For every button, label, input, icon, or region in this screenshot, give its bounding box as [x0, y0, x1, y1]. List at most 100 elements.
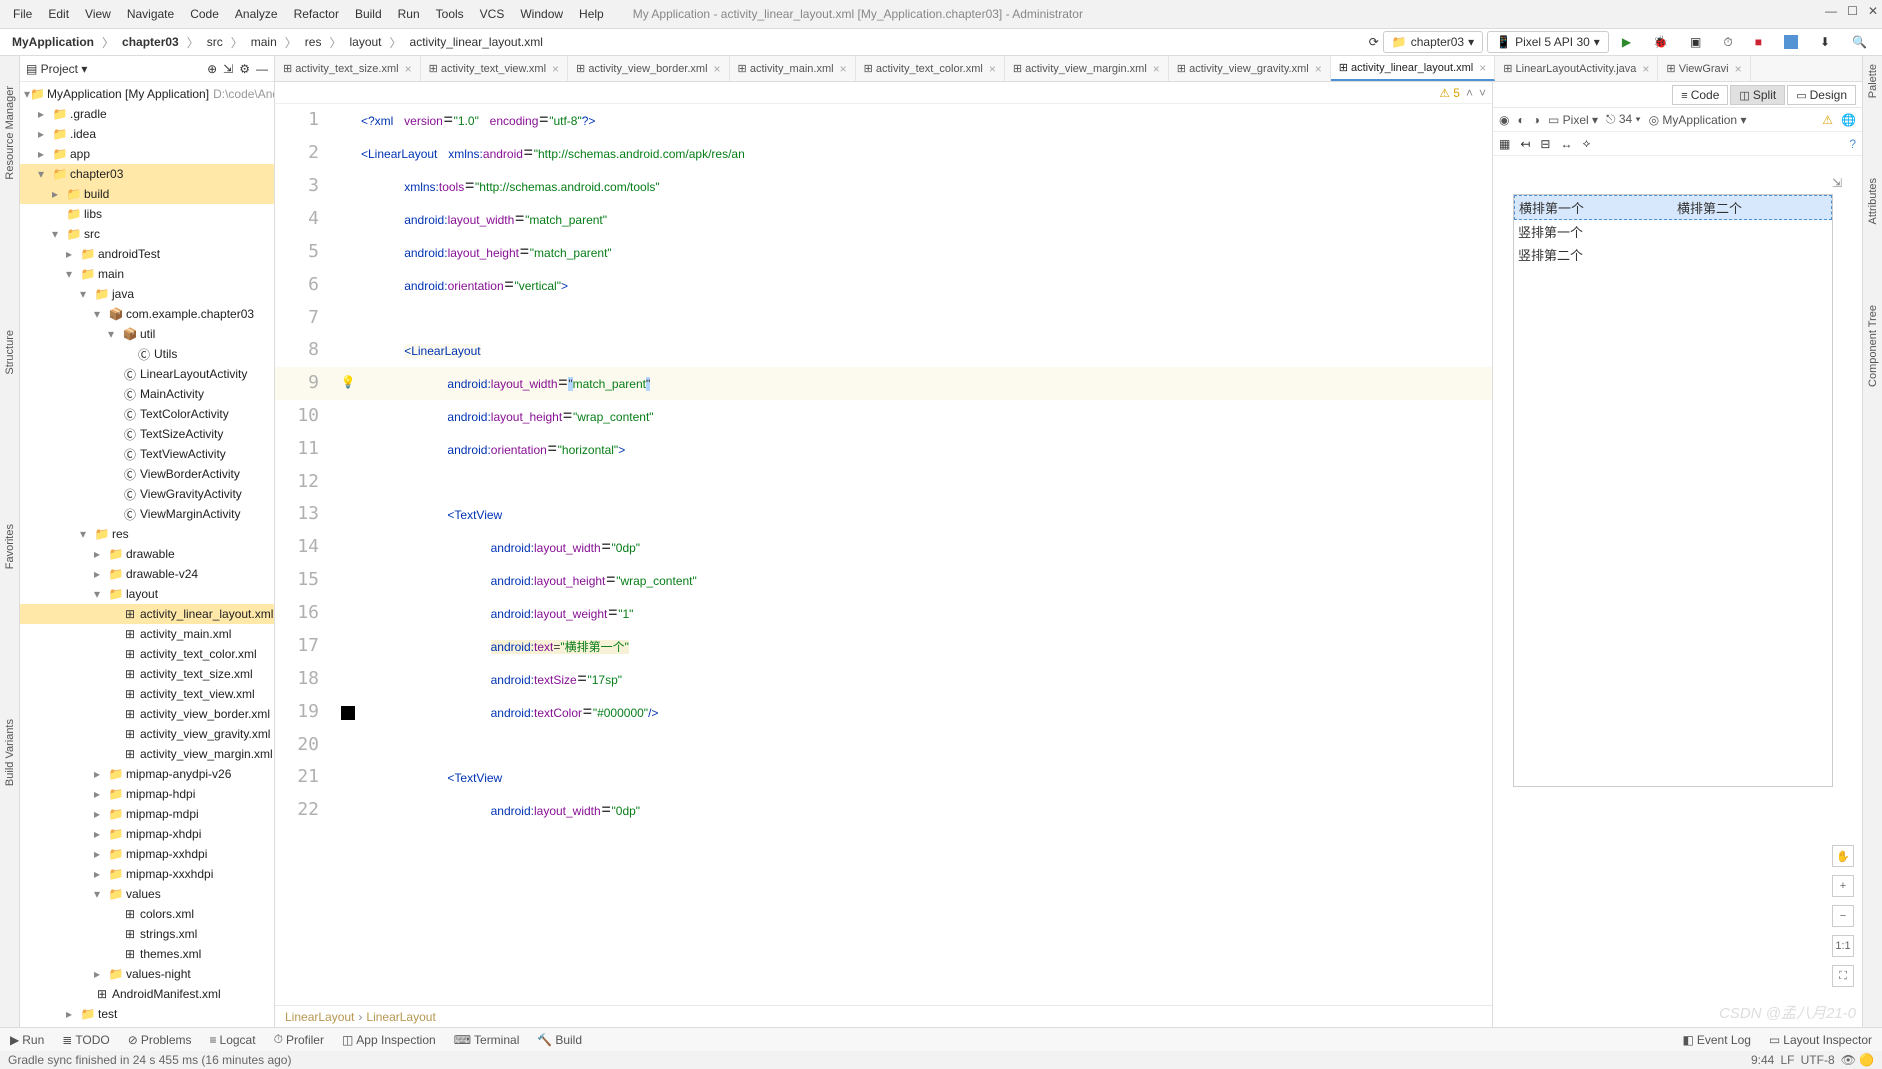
- close-tab-icon[interactable]: ×: [714, 62, 721, 76]
- project-tree[interactable]: ▾📁MyApplication [My Application]D:\code\…: [20, 82, 274, 1027]
- warnings-badge[interactable]: ⚠ 5: [1439, 86, 1460, 100]
- tree-row[interactable]: ⒸViewGravityActivity: [20, 484, 274, 504]
- menu-edit[interactable]: Edit: [41, 4, 76, 24]
- theme-select[interactable]: ◎ MyApplication ▾: [1649, 113, 1747, 127]
- menu-view[interactable]: View: [78, 4, 118, 24]
- tree-row[interactable]: ⒸViewMarginActivity: [20, 504, 274, 524]
- menu-analyze[interactable]: Analyze: [228, 4, 285, 24]
- design-warn-icon[interactable]: ⚠: [1822, 113, 1833, 127]
- tree-row[interactable]: ⒸTextColorActivity: [20, 404, 274, 424]
- tree-row[interactable]: ⒸUtils: [20, 344, 274, 364]
- stop-button[interactable]: ■: [1746, 31, 1771, 53]
- tree-row[interactable]: ⊞strings.xml: [20, 924, 274, 944]
- bottom-profiler[interactable]: ⏱ Profiler: [270, 1030, 328, 1049]
- close-tab-icon[interactable]: ×: [1479, 61, 1486, 75]
- code-editor[interactable]: 1<?xml version="1.0" encoding="utf-8"?>2…: [275, 104, 1492, 1005]
- tree-row[interactable]: ⊞activity_text_view.xml: [20, 684, 274, 704]
- close-icon[interactable]: ✕: [1868, 4, 1878, 18]
- pan-icon[interactable]: ✋: [1832, 845, 1854, 867]
- mode-split-button[interactable]: ◫ Split: [1730, 85, 1785, 105]
- gear-icon[interactable]: ⚙: [239, 62, 250, 76]
- coverage-button[interactable]: ▣: [1681, 31, 1710, 53]
- tree-row[interactable]: ▸📁mipmap-xxhdpi: [20, 844, 274, 864]
- tree-row[interactable]: ▾📁chapter03: [20, 164, 274, 184]
- help-icon[interactable]: ?: [1849, 137, 1856, 151]
- crumb-file[interactable]: activity_linear_layout.xml: [404, 33, 549, 51]
- tree-row[interactable]: ▸📁app: [20, 144, 274, 164]
- editor-tab[interactable]: ⊞ activity_main.xml ×: [730, 56, 856, 81]
- crumb-main[interactable]: main: [245, 33, 283, 51]
- tree-row[interactable]: ⊞activity_view_margin.xml: [20, 744, 274, 764]
- tree-row[interactable]: ▸📁values-night: [20, 964, 274, 984]
- bottom-terminal[interactable]: ⌨ Terminal: [450, 1031, 524, 1049]
- close-tab-icon[interactable]: ×: [1315, 62, 1322, 76]
- dock-palette[interactable]: Palette: [1867, 64, 1879, 98]
- orientation-icon[interactable]: ◐: [1517, 113, 1524, 127]
- tree-row[interactable]: ▾📁layout: [20, 584, 274, 604]
- tree-row[interactable]: ⊞activity_linear_layout.xml: [20, 604, 274, 624]
- dock-build-variants[interactable]: Build Variants: [4, 719, 16, 786]
- crumb-module[interactable]: chapter03: [116, 33, 185, 51]
- tree-row[interactable]: ⊞activity_text_size.xml: [20, 664, 274, 684]
- tree-row[interactable]: ▸📁.gradle: [20, 104, 274, 124]
- tree-row[interactable]: ▸📁build: [20, 184, 274, 204]
- tree-row[interactable]: ⒸTextViewActivity: [20, 444, 274, 464]
- editor-tab[interactable]: ⊞ ViewGravi ×: [1658, 56, 1750, 81]
- tree-row[interactable]: ⊞activity_view_gravity.xml: [20, 724, 274, 744]
- zoom-fit-button[interactable]: ⛶: [1832, 965, 1854, 987]
- sync-icon[interactable]: ⟳: [1369, 35, 1379, 49]
- tree-row[interactable]: ▸📁mipmap-anydpi-v26: [20, 764, 274, 784]
- tree-row[interactable]: ▸📁mipmap-mdpi: [20, 804, 274, 824]
- design-surface-icon[interactable]: ◉: [1499, 113, 1509, 127]
- tree-row[interactable]: ⊞AndroidManifest.xml: [20, 984, 274, 1004]
- device-select[interactable]: 📱 Pixel 5 API 30 ▾: [1487, 31, 1609, 53]
- locale-icon[interactable]: 🌐: [1841, 113, 1856, 127]
- blueprint-icon[interactable]: ▦: [1499, 137, 1510, 151]
- status-lf[interactable]: LF: [1780, 1053, 1794, 1067]
- editor-tab[interactable]: ⊞ activity_text_color.xml ×: [856, 56, 1005, 81]
- status-mem-icon[interactable]: 🟡: [1859, 1053, 1874, 1067]
- bottom-build[interactable]: 🔨 Build: [533, 1031, 586, 1049]
- crumb-project[interactable]: MyApplication: [6, 33, 100, 51]
- dock-component-tree[interactable]: Component Tree: [1867, 305, 1879, 387]
- editor-tab[interactable]: ⊞ activity_text_size.xml ×: [275, 56, 421, 81]
- status-encoding[interactable]: UTF-8: [1801, 1053, 1835, 1067]
- tree-row[interactable]: ⒸTextSizeActivity: [20, 424, 274, 444]
- tree-row[interactable]: ▾📁main: [20, 264, 274, 284]
- close-tab-icon[interactable]: ×: [1642, 62, 1649, 76]
- menu-code[interactable]: Code: [183, 4, 226, 24]
- menu-build[interactable]: Build: [348, 4, 389, 24]
- bottom-problems[interactable]: ⊘ Problems: [124, 1031, 196, 1049]
- editor-tab[interactable]: ⊞ activity_text_view.xml ×: [421, 56, 568, 81]
- menu-navigate[interactable]: Navigate: [120, 4, 181, 24]
- bottom-logcat[interactable]: ≡ Logcat: [206, 1031, 260, 1049]
- crumb-layout[interactable]: layout: [343, 33, 387, 51]
- zoom-in-button[interactable]: +: [1832, 875, 1854, 897]
- project-scope[interactable]: ▤ Project ▾: [26, 62, 87, 76]
- editor-tab[interactable]: ⊞ activity_view_gravity.xml ×: [1169, 56, 1331, 81]
- avd-button[interactable]: [1775, 31, 1807, 53]
- tree-row[interactable]: ▾📁res: [20, 524, 274, 544]
- tree-row[interactable]: ⊞colors.xml: [20, 904, 274, 924]
- collapse-icon[interactable]: ⇲: [223, 62, 233, 76]
- editor-tab[interactable]: ⊞ activity_view_margin.xml ×: [1005, 56, 1169, 81]
- dock-resource-manager[interactable]: Resource Manager: [4, 86, 16, 180]
- dock-attributes[interactable]: Attributes: [1867, 178, 1879, 224]
- tree-row[interactable]: ⒸMainActivity: [20, 384, 274, 404]
- next-highlight-icon[interactable]: ˅: [1479, 86, 1486, 100]
- tree-row[interactable]: ⊞themes.xml: [20, 944, 274, 964]
- close-tab-icon[interactable]: ×: [989, 62, 996, 76]
- crumb-res[interactable]: res: [299, 33, 328, 51]
- maximize-icon[interactable]: ☐: [1847, 4, 1858, 18]
- menu-tools[interactable]: Tools: [429, 4, 471, 24]
- bottom-run[interactable]: ▶ Run: [6, 1031, 48, 1049]
- minimize-icon[interactable]: —: [1825, 4, 1837, 18]
- menu-help[interactable]: Help: [572, 4, 611, 24]
- device-type-select[interactable]: ▭ Pixel ▾: [1548, 113, 1598, 127]
- tree-row[interactable]: ⊞activity_view_border.xml: [20, 704, 274, 724]
- editor-tab[interactable]: ⊞ activity_view_border.xml ×: [568, 56, 730, 81]
- menu-window[interactable]: Window: [513, 4, 570, 24]
- profile-button[interactable]: ⏱: [1714, 31, 1741, 54]
- run-config-select[interactable]: 📁 chapter03 ▾: [1383, 31, 1483, 53]
- dock-favorites[interactable]: Favorites: [4, 524, 16, 569]
